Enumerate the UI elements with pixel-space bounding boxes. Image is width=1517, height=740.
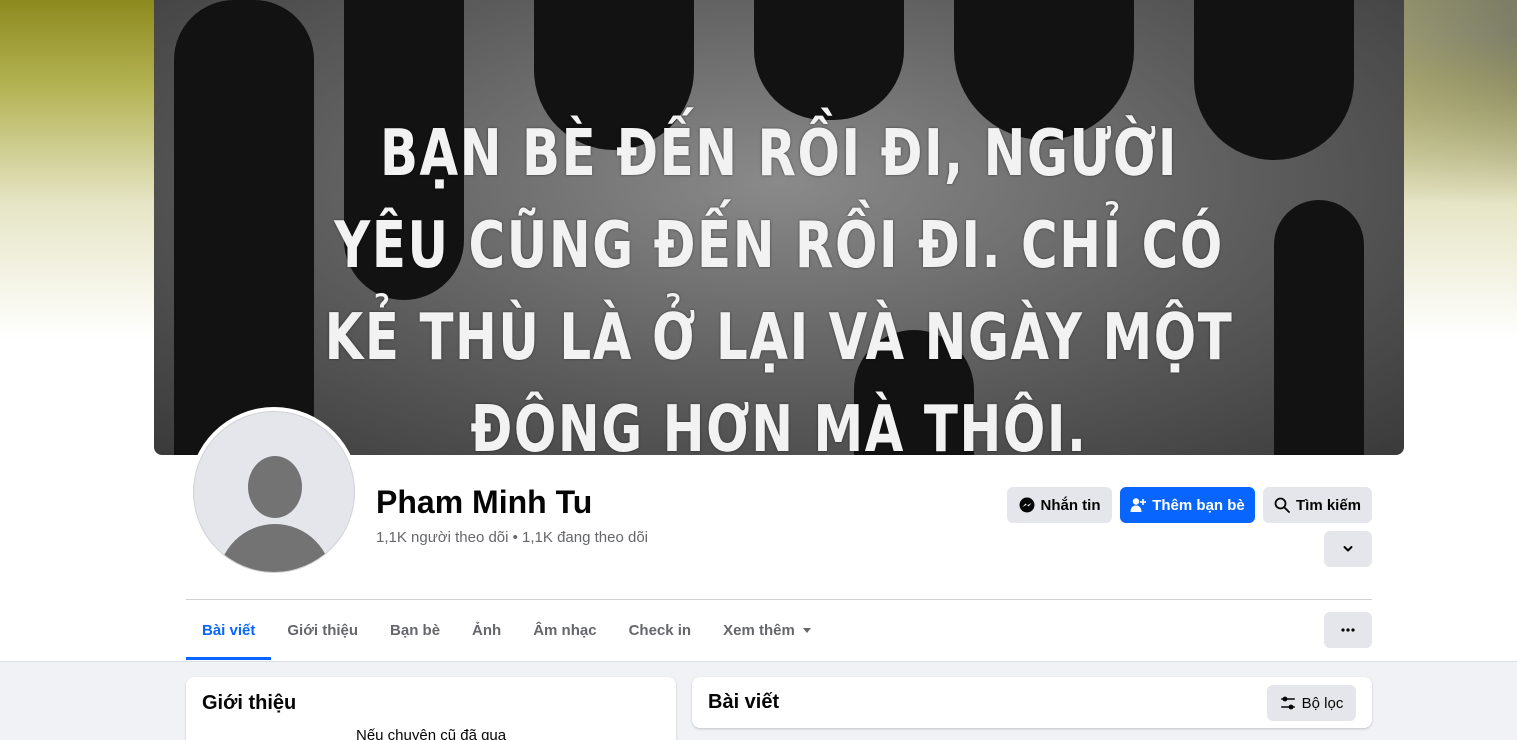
filter-button-label: Bộ lọc <box>1301 694 1344 712</box>
filter-icon <box>1280 696 1295 710</box>
filter-button[interactable]: Bộ lọc <box>1267 685 1356 721</box>
default-avatar-icon <box>193 411 355 573</box>
tab-see-more[interactable]: Xem thêm <box>707 600 827 660</box>
profile-name: Pham Minh Tu <box>376 484 593 520</box>
tab-label: Xem thêm <box>723 621 795 639</box>
tab-photos[interactable]: Ảnh <box>456 600 517 660</box>
tab-music[interactable]: Âm nhạc <box>517 600 612 660</box>
cover-silhouette <box>1274 200 1364 455</box>
more-dots-icon <box>1341 628 1355 632</box>
add-friend-icon <box>1130 498 1147 512</box>
avatar-body-shape <box>218 524 332 572</box>
cover-quote-line: ĐÔNG HƠN MÀ THÔI. <box>470 393 1088 455</box>
tab-label: Ảnh <box>472 621 502 639</box>
tab-check-in[interactable]: Check in <box>613 600 708 660</box>
expand-profile-button[interactable] <box>1324 531 1372 567</box>
profile-tabs: Bài viết Giới thiệu Bạn bè Ảnh Âm nhạc C… <box>186 600 827 660</box>
cover-quote-line: BẠN BÈ ĐẾN RỒI ĐI, NGƯỜI <box>379 117 1179 191</box>
tab-posts[interactable]: Bài viết <box>186 600 272 660</box>
tab-label: Bài viết <box>202 621 256 639</box>
intro-card-title: Giới thiệu <box>202 692 297 714</box>
cover-quote-line: YÊU CŨNG ĐẾN RỒI ĐI. CHỈ CÓ <box>334 209 1224 283</box>
search-button[interactable]: Tìm kiếm <box>1263 487 1372 523</box>
intro-bio: Nếu chuyện cũ đã qua <box>356 727 507 740</box>
tab-label: Âm nhạc <box>533 621 597 639</box>
cover-quote: BẠN BÈ ĐẾN RỒI ĐI, NGƯỜI YÊU CŨNG ĐẾN RỒ… <box>292 108 1267 455</box>
message-button[interactable]: Nhắn tin <box>1007 487 1112 523</box>
add-friend-button[interactable]: Thêm bạn bè <box>1120 487 1255 523</box>
avatar-head-shape <box>248 456 302 518</box>
chevron-down-icon <box>1343 546 1353 552</box>
profile-avatar[interactable] <box>189 407 359 577</box>
message-button-label: Nhắn tin <box>1040 496 1101 514</box>
tab-label: Bạn bè <box>390 621 441 639</box>
tab-friends[interactable]: Bạn bè <box>374 600 456 660</box>
tab-label: Check in <box>628 621 692 639</box>
cover-photo[interactable]: BẠN BÈ ĐẾN RỒI ĐI, NGƯỜI YÊU CŨNG ĐẾN RỒ… <box>154 0 1404 455</box>
posts-card-title: Bài viết <box>708 691 780 713</box>
cover-quote-line: KẺ THÙ LÀ Ở LẠI VÀ NGÀY MỘT <box>324 301 1234 375</box>
more-options-button[interactable] <box>1324 612 1372 648</box>
add-friend-button-label: Thêm bạn bè <box>1152 496 1245 514</box>
caret-down-icon <box>802 627 811 633</box>
tab-label: Giới thiệu <box>287 621 359 639</box>
search-icon <box>1274 497 1290 513</box>
search-button-label: Tìm kiếm <box>1295 496 1362 514</box>
profile-follow-stats[interactable]: 1,1K người theo dõi • 1,1K đang theo dõi <box>376 529 648 546</box>
messenger-icon <box>1019 497 1034 513</box>
cover-silhouette <box>754 0 904 120</box>
tab-about[interactable]: Giới thiệu <box>271 600 374 660</box>
